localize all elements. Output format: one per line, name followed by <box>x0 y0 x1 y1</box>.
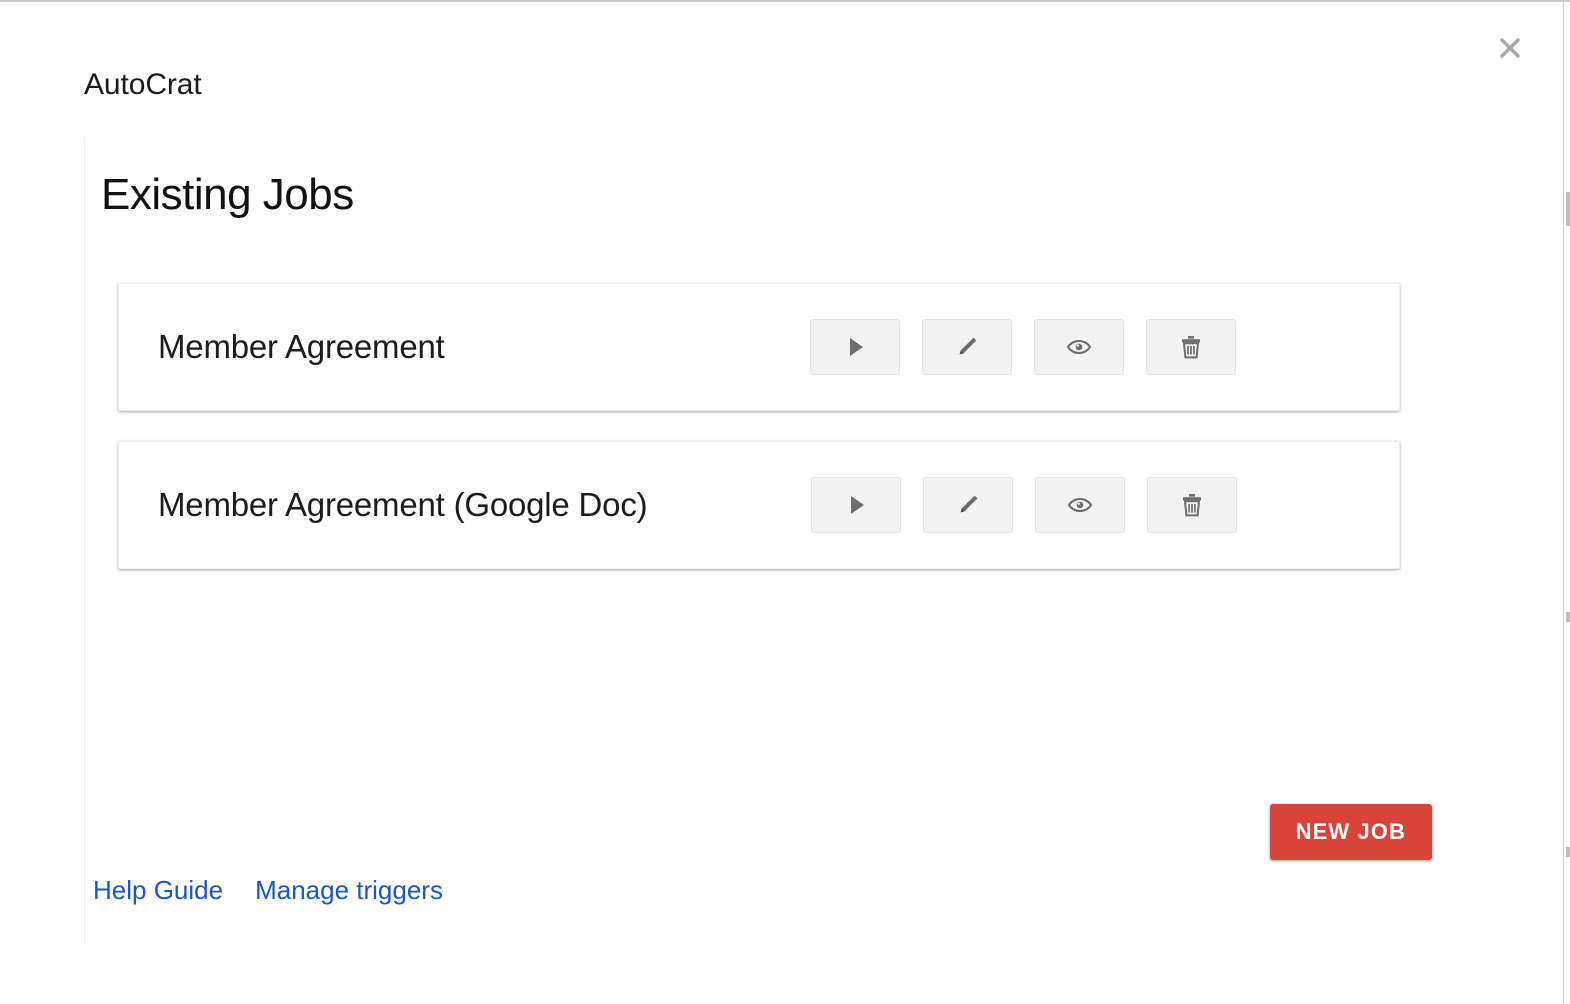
content-panel: Existing Jobs Member Agreement Member Ag… <box>84 138 1564 944</box>
preview-job-button[interactable] <box>1035 477 1125 533</box>
page-title: Existing Jobs <box>101 170 354 219</box>
edit-job-button[interactable] <box>923 477 1013 533</box>
help-guide-link[interactable]: Help Guide <box>93 874 223 906</box>
run-job-button[interactable] <box>810 319 900 375</box>
eye-icon <box>1066 339 1092 355</box>
scrollbar-mark <box>1566 847 1570 857</box>
edit-job-button[interactable] <box>922 319 1012 375</box>
jobs-list: Member Agreement Member Agreement (Googl… <box>118 283 1400 599</box>
manage-triggers-link[interactable]: Manage triggers <box>255 874 443 906</box>
scrollbar-mark <box>1566 192 1570 226</box>
close-icon <box>1500 38 1520 58</box>
trash-icon <box>1182 336 1200 359</box>
trash-icon <box>1183 494 1201 517</box>
job-actions <box>810 319 1236 375</box>
close-button[interactable] <box>1486 24 1534 72</box>
page-edge <box>1563 2 1570 1004</box>
app-title: AutoCrat <box>84 68 202 101</box>
new-job-button[interactable]: NEW JOB <box>1269 804 1432 860</box>
scrollbar-mark <box>1566 612 1570 622</box>
eye-icon <box>1067 497 1093 513</box>
job-card: Member Agreement (Google Doc) <box>118 441 1400 569</box>
job-title: Member Agreement <box>158 328 445 365</box>
preview-job-button[interactable] <box>1034 319 1124 375</box>
job-card: Member Agreement <box>118 283 1400 411</box>
play-icon <box>850 338 863 356</box>
pencil-icon <box>959 337 977 355</box>
delete-job-button[interactable] <box>1146 319 1236 375</box>
pencil-icon <box>960 495 978 513</box>
job-actions <box>811 477 1237 533</box>
run-job-button[interactable] <box>811 477 901 533</box>
delete-job-button[interactable] <box>1147 477 1237 533</box>
footer-links: Help Guide Manage triggers <box>93 874 443 906</box>
autocrat-modal: AutoCrat Existing Jobs Member Agreement <box>0 0 1570 1004</box>
job-title: Member Agreement (Google Doc) <box>158 486 648 523</box>
play-icon <box>851 496 864 514</box>
